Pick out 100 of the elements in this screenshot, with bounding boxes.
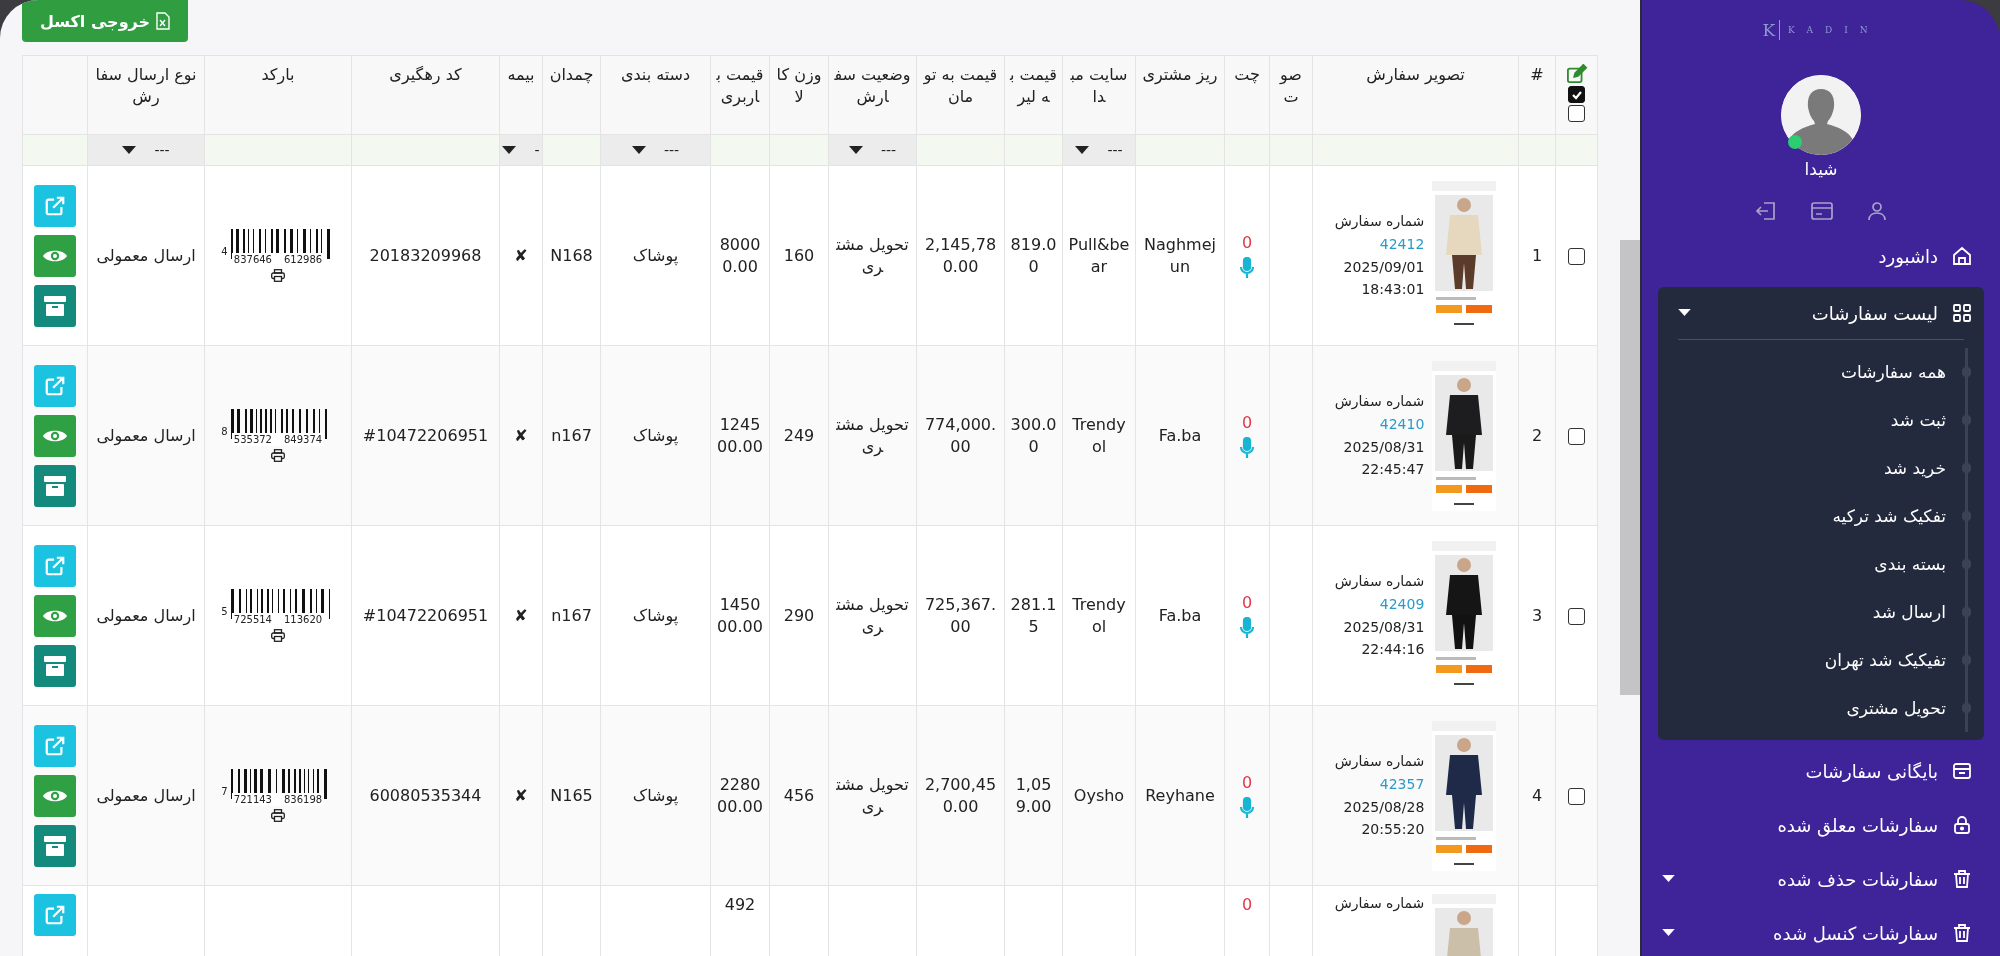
archive-button[interactable] <box>34 824 76 867</box>
order-status: تحویل مشتری <box>836 594 909 636</box>
filter-dropdown[interactable]: --- <box>601 135 710 165</box>
view-button[interactable] <box>34 414 76 457</box>
logout-icon[interactable] <box>1755 201 1777 221</box>
trash-icon <box>1952 869 1972 889</box>
column-header: قیمت به لیر <box>1004 55 1063 135</box>
insurance-mark: ✘ <box>514 245 528 265</box>
external-link-icon <box>44 374 66 397</box>
column-header: دسته بندی <box>600 55 711 135</box>
caret-icon <box>502 145 517 155</box>
menu-item[interactable]: داشبورد <box>1642 229 2000 283</box>
column-header: کد رهگیری <box>351 55 500 135</box>
price-lira: 819.00 <box>1010 234 1057 276</box>
printer-icon[interactable] <box>271 449 285 463</box>
barcode-digits: 725514 <box>233 612 272 627</box>
scrollbar-thumb[interactable] <box>1620 240 1640 695</box>
filter-dropdown[interactable]: --- <box>88 135 204 165</box>
credit-card-icon[interactable] <box>1811 201 1833 221</box>
source-site: Trendyol <box>1072 594 1126 636</box>
checkbox[interactable] <box>1568 86 1585 103</box>
barcode-digits: 836198 <box>284 792 323 807</box>
checkbox[interactable] <box>1568 607 1585 625</box>
tracking-code: 60080535344 <box>369 785 482 805</box>
item-weight: 160 <box>783 245 815 265</box>
category: پوشاک <box>632 425 679 445</box>
column-header: بیمه <box>499 55 543 135</box>
tracking-code: #10472206951 <box>362 605 489 625</box>
barcode-digits: 837646 <box>233 252 272 267</box>
microphone-icon[interactable] <box>1239 257 1255 280</box>
barcode-digit: 7 <box>221 785 228 799</box>
checkbox[interactable] <box>1568 247 1585 265</box>
filter-dropdown[interactable]: - <box>500 135 542 165</box>
logo: K KADIN <box>1761 19 1881 42</box>
price-lira: 1,059.00 <box>1015 774 1052 816</box>
barcode-digit: 4 <box>221 245 228 259</box>
printer-icon[interactable] <box>271 629 285 643</box>
archive-box-icon <box>43 294 67 317</box>
checkbox[interactable] <box>1568 427 1585 445</box>
suitcase-code: n167 <box>551 605 592 625</box>
barcode-digits: 612986 <box>284 252 323 267</box>
checkbox[interactable] <box>1568 105 1585 122</box>
order-date: 2025/08/31 <box>1343 437 1425 457</box>
archive-box-icon <box>43 654 67 677</box>
column-header: تصویر سفارش <box>1312 55 1519 135</box>
lock-icon <box>1952 815 1972 835</box>
column-header: قیمت به تومان <box>916 55 1005 135</box>
category: پوشاک <box>632 785 679 805</box>
menu-item[interactable]: لیست سفارشات <box>1658 287 1984 339</box>
menu-item[interactable]: سفارشات حذف شده <box>1642 852 2000 906</box>
order-time: 22:45:47 <box>1361 460 1425 480</box>
view-button[interactable] <box>34 774 76 817</box>
printer-icon[interactable] <box>271 809 285 823</box>
order-label: شماره سفارش <box>1334 571 1425 591</box>
chat-count: 0 <box>1241 231 1253 254</box>
microphone-icon[interactable] <box>1239 617 1255 640</box>
suitcase-code: N165 <box>550 785 593 805</box>
source-site: Oysho <box>1073 785 1125 805</box>
column-header: بارکد <box>204 55 352 135</box>
insurance-mark: ✘ <box>514 605 528 625</box>
item-weight: 456 <box>783 785 815 805</box>
archive-button[interactable] <box>34 644 76 687</box>
shipping-price: 228000.00 <box>717 774 763 816</box>
column-header: وضعیت سفارش <box>828 55 917 135</box>
source-site: Trendyol <box>1072 414 1126 456</box>
shipping-price: 124500.00 <box>717 414 763 456</box>
filter-dropdown[interactable]: --- <box>829 135 916 165</box>
view-button[interactable] <box>34 594 76 637</box>
microphone-icon[interactable] <box>1239 797 1255 820</box>
caret-icon <box>122 145 137 155</box>
customer-name: Reyhane <box>1145 785 1215 805</box>
price-toman: 725,367.00 <box>924 594 997 636</box>
printer-icon[interactable] <box>271 269 285 283</box>
insurance-mark: ✘ <box>514 425 528 445</box>
archive-button[interactable] <box>34 284 76 327</box>
category: پوشاک <box>632 605 679 625</box>
checkbox[interactable] <box>1568 787 1585 805</box>
menu-item[interactable]: سفارشات معلق شده <box>1642 798 2000 852</box>
archive-box-icon <box>43 474 67 497</box>
chat-count: 0 <box>1241 894 1253 916</box>
external-link-icon <box>44 904 66 926</box>
archive-button[interactable] <box>34 464 76 507</box>
row-number: 2 <box>1531 425 1543 445</box>
microphone-icon[interactable] <box>1239 437 1255 460</box>
shipping-price: 80000.00 <box>719 234 761 276</box>
item-weight: 290 <box>783 605 815 625</box>
user-icon[interactable] <box>1867 201 1887 221</box>
menu-item[interactable]: سفارشات کنسل شده <box>1642 906 2000 956</box>
edit-icon[interactable] <box>1565 64 1588 84</box>
view-button[interactable] <box>34 234 76 277</box>
caret-icon <box>631 145 646 155</box>
caret-icon <box>848 145 863 155</box>
shipping-type: ارسال معمولی <box>96 425 196 445</box>
chat-count: 0 <box>1241 591 1253 614</box>
filter-dropdown[interactable]: --- <box>1063 135 1135 165</box>
grid-icon <box>1952 303 1972 323</box>
menu-item[interactable]: بایگانی سفارشات <box>1642 744 2000 798</box>
order-time: 22:44:16 <box>1361 640 1425 660</box>
column-header: ریز مشتری <box>1135 55 1225 135</box>
column-header: چت <box>1224 55 1270 135</box>
